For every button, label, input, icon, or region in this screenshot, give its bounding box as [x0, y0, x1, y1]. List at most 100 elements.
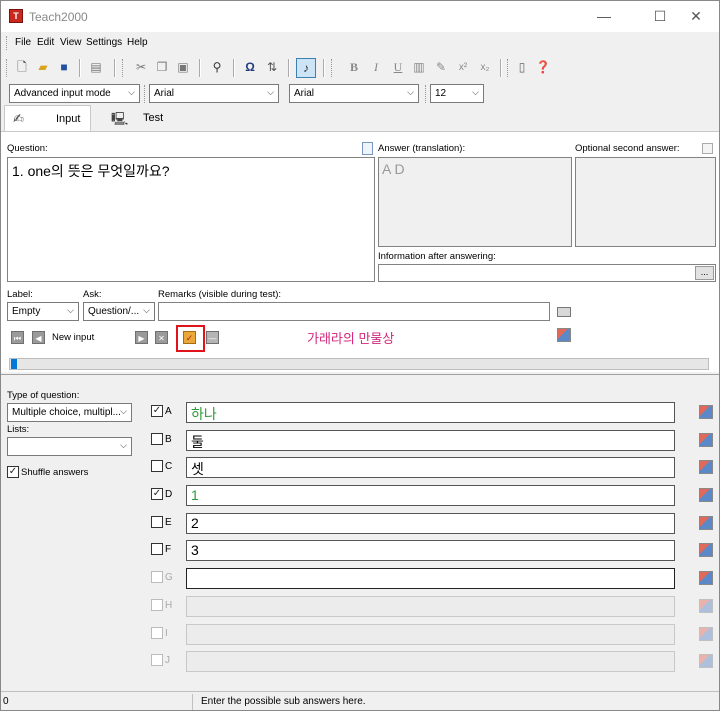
question-type-select[interactable]: Multiple choice, multipl... ⌵: [7, 403, 132, 422]
next-record-icon[interactable]: ▶: [135, 331, 148, 344]
answer-h-letter: H: [165, 600, 173, 611]
menu-edit[interactable]: Edit: [37, 37, 54, 48]
answer-g-checkbox[interactable]: [151, 571, 163, 583]
toolbar-grip: [144, 85, 147, 103]
label-label: Label:: [7, 289, 33, 300]
subscript-icon[interactable]: x₂: [475, 58, 495, 78]
input-mode-value: Advanced input mode: [14, 88, 111, 99]
answer-a-checkbox[interactable]: ✓: [151, 405, 163, 417]
remarks-field[interactable]: [158, 302, 550, 321]
open-folder-icon[interactable]: ▰: [33, 58, 53, 78]
picture-icon[interactable]: [699, 516, 713, 530]
info-browse-button[interactable]: ...: [695, 266, 714, 280]
sound-note-icon[interactable]: ♪: [296, 58, 316, 78]
chevron-down-icon: ⌵: [128, 87, 135, 97]
paste-icon[interactable]: ▣: [173, 58, 193, 78]
answer-field[interactable]: A D: [378, 157, 572, 247]
answer-c-checkbox[interactable]: [151, 460, 163, 472]
picture-icon[interactable]: [699, 488, 713, 502]
answer-b-field[interactable]: 둘: [186, 430, 675, 451]
chevron-down-icon: ⌵: [267, 87, 274, 97]
answer-f-field[interactable]: 3: [186, 540, 675, 561]
underline-icon[interactable]: U: [388, 58, 408, 78]
sort-az-icon[interactable]: ⇅: [262, 58, 282, 78]
shuffle-checkbox[interactable]: ✓: [7, 466, 19, 478]
picture-icon[interactable]: [699, 433, 713, 447]
print-icon[interactable]: ▤: [86, 58, 106, 78]
answer-c-field[interactable]: 셋: [186, 457, 675, 478]
label-select-value: Empty: [12, 306, 41, 317]
superscript-icon[interactable]: x²: [453, 58, 473, 78]
previous-record-icon[interactable]: ◀: [32, 331, 45, 344]
find-binoculars-icon[interactable]: ⚲: [207, 58, 227, 78]
first-record-icon[interactable]: ⏮: [11, 331, 24, 344]
answer-f-checkbox[interactable]: [151, 543, 163, 555]
document-icon[interactable]: [362, 142, 373, 155]
chevron-down-icon: ⌵: [143, 305, 150, 315]
info-after-field[interactable]: [378, 264, 716, 282]
ask-label: Ask:: [83, 289, 102, 300]
app-window: T Teach2000 — ☐ ✕ File Edit View Setting…: [0, 0, 720, 711]
picture-icon[interactable]: [557, 328, 571, 342]
menu-settings[interactable]: Settings: [86, 37, 122, 48]
help-info-icon[interactable]: ❓: [533, 58, 553, 78]
highlight-icon[interactable]: ▥: [409, 58, 429, 78]
menu-file[interactable]: File: [15, 37, 31, 48]
toolbar-grip: [507, 59, 510, 77]
answer-a-field[interactable]: 하나: [186, 402, 675, 423]
menu-view[interactable]: View: [60, 37, 82, 48]
second-answer-field[interactable]: [575, 157, 716, 247]
tab-test[interactable]: 🖳 Test: [93, 105, 173, 132]
new-file-icon[interactable]: 🗋: [12, 58, 32, 78]
picture-icon[interactable]: [699, 543, 713, 557]
annotation-text: 가래라의 만물상: [307, 331, 395, 346]
answer-d-field[interactable]: 1: [186, 485, 675, 506]
save-icon[interactable]: ■: [54, 58, 74, 78]
tab-input[interactable]: ✍ Input: [4, 105, 91, 132]
question-field[interactable]: 1. one의 뜻은 무엇일까요?: [7, 157, 375, 282]
cut-icon[interactable]: ✂: [131, 58, 151, 78]
ask-select[interactable]: Question/... ⌵: [83, 302, 155, 321]
copy-icon[interactable]: ❐: [152, 58, 172, 78]
input-mode-select[interactable]: Advanced input mode ⌵: [9, 84, 140, 103]
close-button[interactable]: ✕: [673, 1, 719, 32]
answer-font-value: Arial: [294, 88, 315, 99]
toolbar-grip: [122, 59, 125, 77]
answer-e-field[interactable]: 2: [186, 513, 675, 534]
answer-b-checkbox[interactable]: [151, 433, 163, 445]
toolbar-grip: [331, 59, 334, 77]
question-type-value: Multiple choice, multipl...: [12, 407, 121, 418]
delete-record-icon[interactable]: ✕: [155, 331, 168, 344]
answer-font-select[interactable]: Arial ⌵: [289, 84, 419, 103]
progress-track[interactable]: [9, 358, 709, 370]
status-hint: Enter the possible sub answers here.: [201, 696, 366, 707]
bold-icon[interactable]: B: [344, 58, 364, 78]
special-characters-icon[interactable]: Ω: [240, 58, 260, 78]
expand-icon[interactable]: [702, 143, 713, 154]
answer-j-letter: J: [165, 655, 170, 666]
font-size-value: 12: [435, 88, 447, 99]
lists-select[interactable]: ⌵: [7, 437, 132, 456]
question-label: Question:: [7, 143, 48, 154]
menu-grip: [6, 36, 9, 50]
progress-thumb[interactable]: [11, 359, 17, 369]
picture-icon[interactable]: [699, 571, 713, 585]
answer-e-checkbox[interactable]: [151, 516, 163, 528]
question-font-select[interactable]: Arial ⌵: [149, 84, 279, 103]
confirm-check-icon[interactable]: ✓: [183, 331, 196, 344]
answer-i-field: [186, 624, 675, 645]
font-size-select[interactable]: 12 ⌵: [430, 84, 484, 103]
answer-text: A D: [382, 161, 405, 177]
answer-g-field[interactable]: [186, 568, 675, 589]
label-select[interactable]: Empty ⌵: [7, 302, 79, 321]
menu-help[interactable]: Help: [127, 37, 148, 48]
italic-icon[interactable]: I: [366, 58, 386, 78]
book-icon[interactable]: ▯: [512, 58, 532, 78]
cancel-record-icon[interactable]: —: [206, 331, 219, 344]
minimize-button[interactable]: —: [581, 1, 627, 32]
pen-color-icon[interactable]: ✎: [431, 58, 451, 78]
picture-icon[interactable]: [699, 405, 713, 419]
answer-d-checkbox[interactable]: ✓: [151, 488, 163, 500]
keyboard-icon[interactable]: [557, 307, 571, 317]
picture-icon[interactable]: [699, 460, 713, 474]
